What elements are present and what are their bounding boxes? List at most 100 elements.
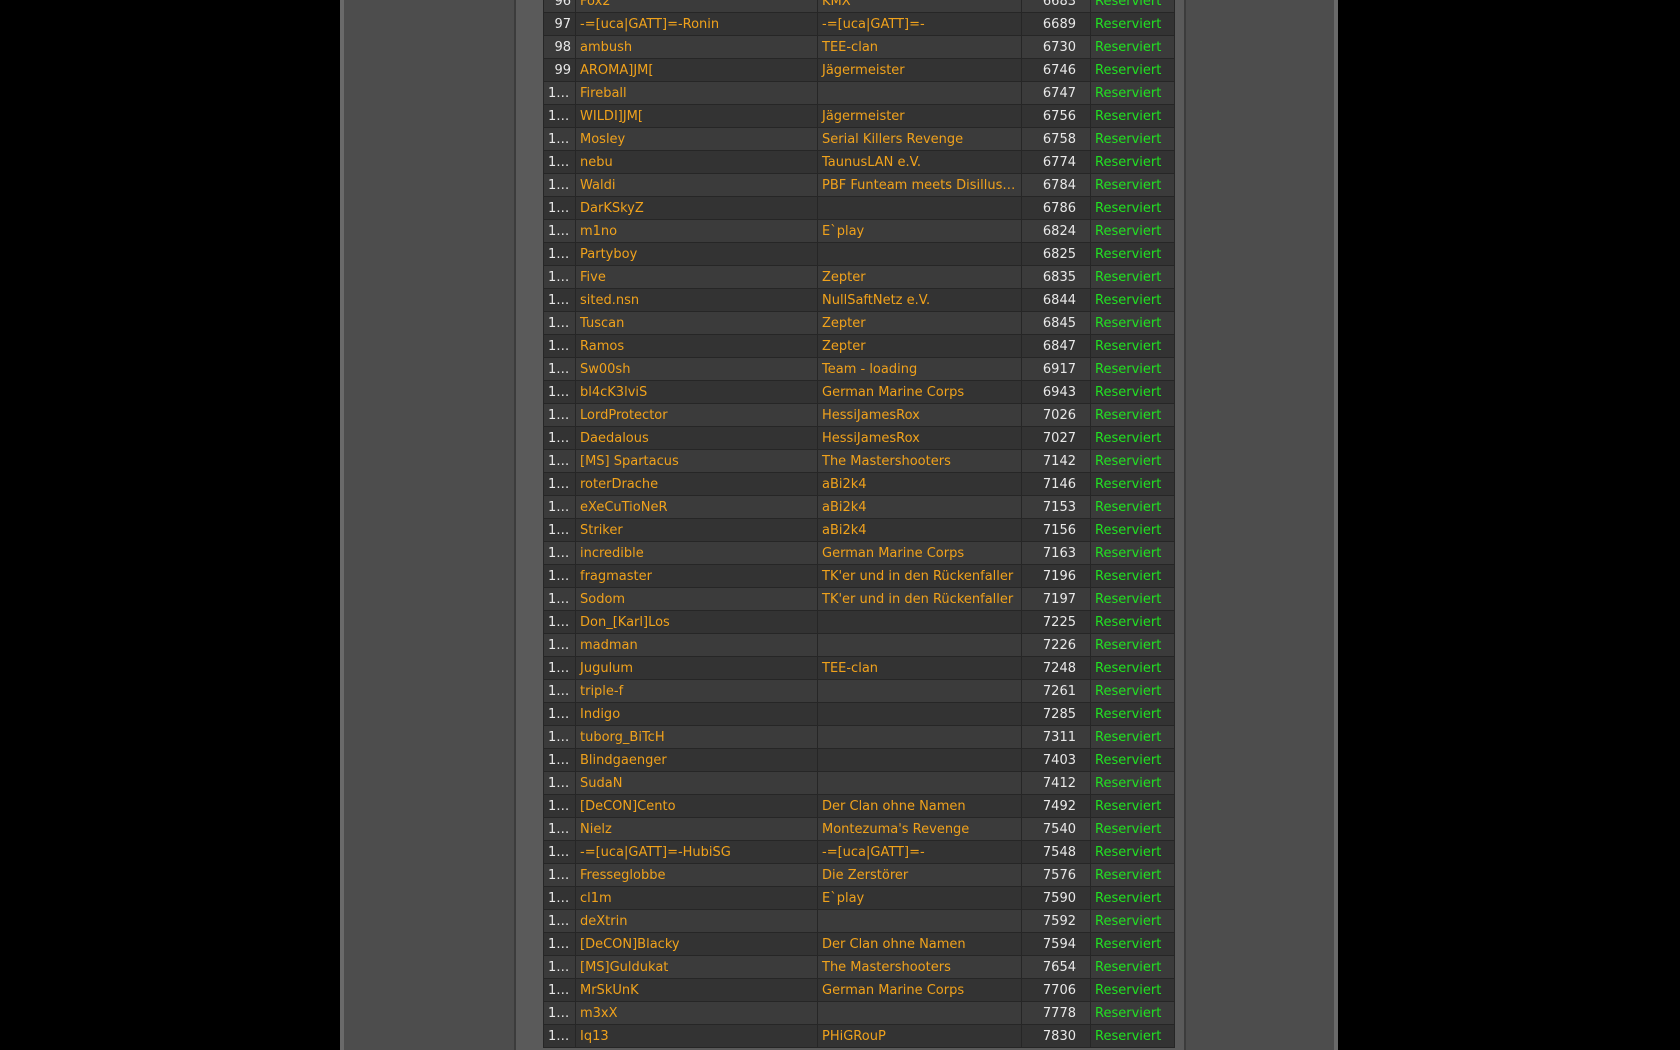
player-name-link[interactable]: deXtrin (580, 914, 627, 929)
row-number: 112 (543, 357, 576, 381)
clan-link[interactable]: TK'er und in den Rückenfaller (822, 569, 1013, 584)
player-name-link[interactable]: madman (580, 638, 638, 653)
clan-link[interactable]: Montezuma's Revenge (822, 822, 969, 837)
player-name-link[interactable]: Ramos (580, 339, 624, 354)
clan-link[interactable]: PHiGRouP (822, 1029, 886, 1044)
player-name-link[interactable]: WILDI]JM[ (580, 109, 643, 124)
clan-link[interactable]: aBi2k4 (822, 523, 867, 538)
player-name-cell: triple-f (575, 679, 818, 703)
clan-cell: -=[uca|GATT]=- (817, 12, 1022, 36)
clan-link[interactable]: Team - loading (822, 362, 917, 377)
player-name-link[interactable]: Jugulum (580, 661, 633, 676)
player-name-link[interactable]: Don_[Karl]Los (580, 615, 670, 630)
seat-number-cell: 7540 (1021, 817, 1091, 841)
player-name-link[interactable]: nebu (580, 155, 613, 170)
player-name-link[interactable]: Sw00sh (580, 362, 630, 377)
clan-link[interactable]: Die Zerstörer (822, 868, 908, 883)
clan-link[interactable]: TK'er und in den Rückenfaller (822, 592, 1013, 607)
player-name-link[interactable]: Blindgaenger (580, 753, 667, 768)
player-name-link[interactable]: SudaN (580, 776, 622, 791)
player-name-link[interactable]: [DeCON]Blacky (580, 937, 680, 952)
player-name-link[interactable]: cl1m (580, 891, 612, 906)
clan-link[interactable]: TaunusLAN e.V. (822, 155, 921, 170)
player-name-link[interactable]: Fox2 (580, 0, 611, 9)
player-name-link[interactable]: bl4cK3lviS (580, 385, 647, 400)
clan-link[interactable]: -=[uca|GATT]=- (822, 845, 925, 860)
clan-link[interactable]: Der Clan ohne Namen (822, 937, 966, 952)
clan-link[interactable]: TEE-clan (822, 661, 878, 676)
clan-link[interactable]: Serial Killers Revenge (822, 132, 963, 147)
table-row: 118 eXeCuTioNeR aBi2k4 7153 Reserviert (543, 495, 1175, 519)
player-name-link[interactable]: -=[uca|GATT]=-HubiSG (580, 845, 731, 860)
clan-link[interactable]: HessiJamesRox (822, 431, 920, 446)
table-row: 115 Daedalous HessiJamesRox 7027 Reserviert (543, 426, 1175, 450)
clan-link[interactable]: E`play (822, 891, 864, 906)
player-name-link[interactable]: Striker (580, 523, 623, 538)
status-cell: Reserviert (1090, 679, 1175, 703)
clan-link[interactable]: E`play (822, 224, 864, 239)
clan-link[interactable]: aBi2k4 (822, 500, 867, 515)
player-name-link[interactable]: fragmaster (580, 569, 652, 584)
clan-link[interactable]: NullSaftNetz e.V. (822, 293, 930, 308)
player-name-link[interactable]: Fresseglobbe (580, 868, 665, 883)
player-name-link[interactable]: Waldi (580, 178, 615, 193)
seat-number-cell: 7403 (1021, 748, 1091, 772)
clan-link[interactable]: German Marine Corps (822, 983, 964, 998)
player-name-cell: Fresseglobbe (575, 863, 818, 887)
player-name-link[interactable]: Nielz (580, 822, 612, 837)
player-name-link[interactable]: Mosley (580, 132, 625, 147)
player-name-link[interactable]: [MS]Guldukat (580, 960, 668, 975)
clan-link[interactable]: aBi2k4 (822, 477, 867, 492)
player-name-link[interactable]: DarKSkyZ (580, 201, 644, 216)
player-name-link[interactable]: eXeCuTioNeR (580, 500, 668, 515)
player-name-link[interactable]: tuborg_BiTcH (580, 730, 665, 745)
player-name-link[interactable]: triple-f (580, 684, 623, 699)
seat-number-cell: 7592 (1021, 909, 1091, 933)
player-name-cell: ambush (575, 35, 818, 59)
clan-link[interactable]: KMX (822, 0, 851, 9)
player-name-link[interactable]: Five (580, 270, 606, 285)
seat-number-cell: 7153 (1021, 495, 1091, 519)
clan-link[interactable]: German Marine Corps (822, 546, 964, 561)
player-name-link[interactable]: Sodom (580, 592, 625, 607)
player-name-link[interactable]: sited.nsn (580, 293, 639, 308)
clan-link[interactable]: Jägermeister (822, 63, 905, 78)
clan-link[interactable]: Zepter (822, 316, 866, 331)
player-name-link[interactable]: Indigo (580, 707, 620, 722)
clan-link[interactable]: Der Clan ohne Namen (822, 799, 966, 814)
player-name-link[interactable]: Daedalous (580, 431, 649, 446)
player-name-link[interactable]: roterDrache (580, 477, 658, 492)
player-name-link[interactable]: MrSkUnK (580, 983, 639, 998)
player-name-link[interactable]: -=[uca|GATT]=-Ronin (580, 17, 719, 32)
clan-link[interactable]: Zepter (822, 339, 866, 354)
clan-link[interactable]: TEE-clan (822, 40, 878, 55)
player-name-link[interactable]: Tuscan (580, 316, 624, 331)
player-name-link[interactable]: m1no (580, 224, 617, 239)
clan-link[interactable]: Zepter (822, 270, 866, 285)
status-cell: Reserviert (1090, 932, 1175, 956)
player-name-link[interactable]: incredible (580, 546, 644, 561)
seat-number-cell: 7225 (1021, 610, 1091, 634)
player-name-link[interactable]: [MS] Spartacus (580, 454, 679, 469)
player-name-link[interactable]: [DeCON]Cento (580, 799, 676, 814)
player-name-link[interactable]: Partyboy (580, 247, 637, 262)
player-name-link[interactable]: LordProtector (580, 408, 668, 423)
player-name-link[interactable]: AROMA]JM[ (580, 63, 653, 78)
table-row: 101 WILDI]JM[Jägermeister 6756 Reserviert (543, 104, 1175, 128)
clan-link[interactable]: The Mastershooters (822, 960, 951, 975)
clan-link[interactable]: HessiJamesRox (822, 408, 920, 423)
player-name-link[interactable]: Fireball (580, 86, 627, 101)
player-name-link[interactable]: m3xX (580, 1006, 618, 1021)
row-number: 137 (543, 932, 576, 956)
clan-link[interactable]: PBF Funteam meets Disillus ... (822, 178, 1019, 193)
seat-number-cell: 7576 (1021, 863, 1091, 887)
player-name-link[interactable]: Iq13 (580, 1029, 609, 1044)
table-row: 134 Fresseglobbe Die Zerstörer 7576 Reservie… (543, 863, 1175, 887)
clan-link[interactable]: Jägermeister (822, 109, 905, 124)
player-name-link[interactable]: ambush (580, 40, 632, 55)
clan-link[interactable]: The Mastershooters (822, 454, 951, 469)
table-row: 103 nebu TaunusLAN e.V. 6774 Reserviert (543, 150, 1175, 174)
clan-link[interactable]: German Marine Corps (822, 385, 964, 400)
clan-link[interactable]: -=[uca|GATT]=- (822, 17, 925, 32)
table-row: 107 Partyboy 6825 Reserviert (543, 242, 1175, 266)
